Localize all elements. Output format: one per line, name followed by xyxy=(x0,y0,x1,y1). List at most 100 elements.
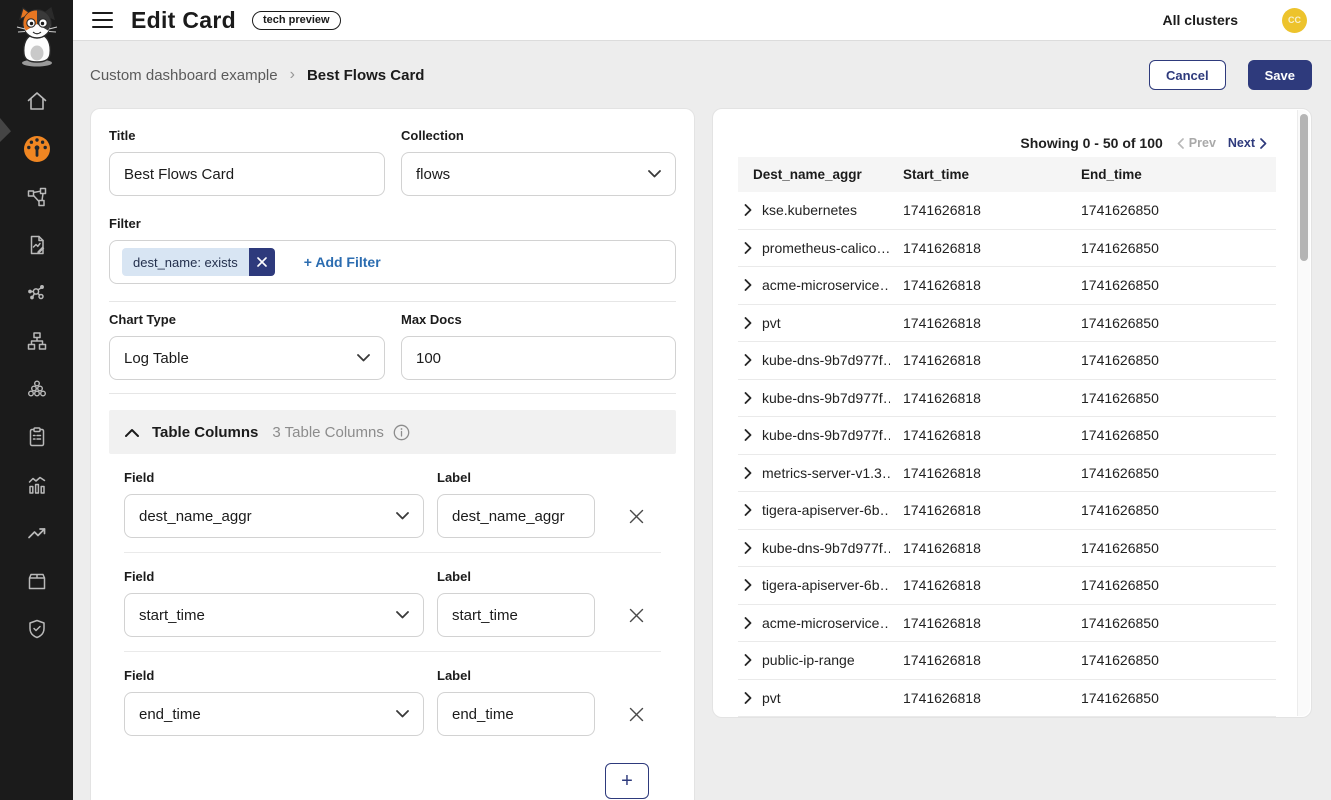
sidebar-item-logs[interactable] xyxy=(25,233,49,257)
collection-selected-value: flows xyxy=(416,166,450,183)
cell-end-time: 1741626850 xyxy=(1081,315,1276,331)
expand-row-button[interactable] xyxy=(744,242,752,254)
remove-column-button[interactable] xyxy=(622,593,651,637)
table-row[interactable]: acme-microservice… 1741626818 1741626850 xyxy=(738,605,1276,643)
table-row[interactable]: public-ip-range 1741626818 1741626850 xyxy=(738,642,1276,680)
field-selected-value: dest_name_aggr xyxy=(139,508,252,525)
label-input[interactable] xyxy=(437,494,595,538)
expand-row-button[interactable] xyxy=(744,579,752,591)
expand-row-button[interactable] xyxy=(744,279,752,291)
info-circle-icon xyxy=(393,424,410,441)
collection-select[interactable]: flows xyxy=(401,152,676,196)
sidebar-item-home[interactable] xyxy=(25,89,49,113)
filter-label: Filter xyxy=(109,216,676,231)
table-columns-count: 3 Table Columns xyxy=(272,424,383,441)
sidebar-item-trends[interactable] xyxy=(25,521,49,545)
max-docs-input[interactable] xyxy=(401,336,676,380)
expand-row-button[interactable] xyxy=(744,654,752,666)
cancel-button[interactable]: Cancel xyxy=(1149,60,1226,90)
table-row[interactable]: tigera-apiserver-6b… 1741626818 17416268… xyxy=(738,567,1276,605)
field-selected-value: end_time xyxy=(139,706,201,723)
sidebar-item-metrics[interactable] xyxy=(25,473,49,497)
table-row[interactable]: kse.kubernetes 1741626818 1741626850 xyxy=(738,192,1276,230)
table-row[interactable]: pvt 1741626818 1741626850 xyxy=(738,680,1276,718)
sidebar-item-workloads[interactable] xyxy=(25,377,49,401)
remove-column-button[interactable] xyxy=(622,494,651,538)
pagination-range: Showing 0 - 50 of 100 xyxy=(1020,135,1162,151)
table-row[interactable]: prometheus-calico… 1741626818 1741626850 xyxy=(738,230,1276,268)
expand-row-button[interactable] xyxy=(744,204,752,216)
field-selected-value: start_time xyxy=(139,607,205,624)
sidebar-item-threat-defense[interactable] xyxy=(25,617,49,641)
cell-start-time: 1741626818 xyxy=(903,465,1081,481)
title-label: Title xyxy=(109,128,385,143)
label-input[interactable] xyxy=(437,692,595,736)
sidebar-item-flow-visualizer[interactable] xyxy=(25,281,49,305)
sidebar-item-service-graph[interactable] xyxy=(25,185,49,209)
cell-start-time: 1741626818 xyxy=(903,540,1081,556)
table-row[interactable]: kube-dns-9b7d977f… 1741626818 1741626850 xyxy=(738,380,1276,418)
chevron-right-icon xyxy=(744,317,752,329)
sidebar-item-dashboards-active[interactable] xyxy=(25,137,49,161)
field-label: Field xyxy=(124,668,424,683)
table-row[interactable]: kube-dns-9b7d977f… 1741626818 1741626850 xyxy=(738,342,1276,380)
expand-row-button[interactable] xyxy=(744,467,752,479)
info-icon[interactable] xyxy=(393,424,410,441)
table-scrollbar[interactable] xyxy=(1297,110,1310,716)
add-column-button[interactable]: + xyxy=(605,763,649,799)
field-select[interactable]: dest_name_aggr xyxy=(124,494,424,538)
trend-arrow-icon xyxy=(25,521,49,545)
table-row[interactable]: kube-dns-9b7d977f… 1741626818 1741626850 xyxy=(738,417,1276,455)
expand-row-button[interactable] xyxy=(744,542,752,554)
scrollbar-thumb[interactable] xyxy=(1300,114,1308,261)
table-row[interactable]: metrics-server-v1.3… 1741626818 17416268… xyxy=(738,455,1276,493)
cell-start-time: 1741626818 xyxy=(903,615,1081,631)
expand-row-button[interactable] xyxy=(744,692,752,704)
cluster-selector[interactable]: All clusters xyxy=(1163,12,1238,28)
expand-row-button[interactable] xyxy=(744,617,752,629)
chevron-down-icon xyxy=(357,354,370,362)
field-select[interactable]: start_time xyxy=(124,593,424,637)
box-icon xyxy=(25,569,49,593)
user-avatar[interactable]: CC xyxy=(1282,8,1307,33)
remove-column-button[interactable] xyxy=(622,692,651,736)
title-input[interactable] xyxy=(109,152,385,196)
table-row[interactable]: kube-dns-9b7d977f… 1741626818 1741626850 xyxy=(738,530,1276,568)
chevron-right-icon xyxy=(744,692,752,704)
collapse-section-button[interactable] xyxy=(125,428,139,437)
house-icon xyxy=(25,89,49,113)
chevron-down-icon xyxy=(396,611,409,619)
filter-chip: dest_name: exists xyxy=(122,248,275,276)
save-button[interactable]: Save xyxy=(1248,60,1312,90)
add-filter-button[interactable]: + Add Filter xyxy=(304,254,381,270)
sidebar-item-packages[interactable] xyxy=(25,569,49,593)
label-input[interactable] xyxy=(437,593,595,637)
sidebar-item-network[interactable] xyxy=(25,329,49,353)
calico-cat-logo[interactable] xyxy=(0,0,73,73)
chevron-right-icon xyxy=(744,392,752,404)
breadcrumb-parent[interactable]: Custom dashboard example xyxy=(90,67,278,84)
cell-start-time: 1741626818 xyxy=(903,427,1081,443)
table-columns-section-header[interactable]: Table Columns 3 Table Columns xyxy=(109,410,676,454)
next-page-button[interactable]: Next xyxy=(1228,136,1267,150)
cell-dest-name-aggr: kube-dns-9b7d977f… xyxy=(762,390,890,406)
expand-row-button[interactable] xyxy=(744,317,752,329)
expand-row-button[interactable] xyxy=(744,504,752,516)
document-pencil-icon xyxy=(25,233,49,257)
close-icon xyxy=(628,607,645,624)
chevron-right-icon xyxy=(744,542,752,554)
cell-start-time: 1741626818 xyxy=(903,690,1081,706)
table-row[interactable]: pvt 1741626818 1741626850 xyxy=(738,305,1276,343)
expand-row-button[interactable] xyxy=(744,354,752,366)
table-row[interactable]: tigera-apiserver-6b… 1741626818 17416268… xyxy=(738,492,1276,530)
field-select[interactable]: end_time xyxy=(124,692,424,736)
table-row[interactable]: acme-microservice… 1741626818 1741626850 xyxy=(738,267,1276,305)
chart-type-select[interactable]: Log Table xyxy=(109,336,385,380)
expand-row-button[interactable] xyxy=(744,429,752,441)
menu-toggle-button[interactable] xyxy=(92,12,113,28)
prev-page-button[interactable]: Prev xyxy=(1177,136,1216,150)
expand-row-button[interactable] xyxy=(744,392,752,404)
chevron-up-icon xyxy=(125,428,139,437)
remove-filter-button[interactable] xyxy=(249,248,275,276)
sidebar-item-compliance[interactable] xyxy=(25,425,49,449)
